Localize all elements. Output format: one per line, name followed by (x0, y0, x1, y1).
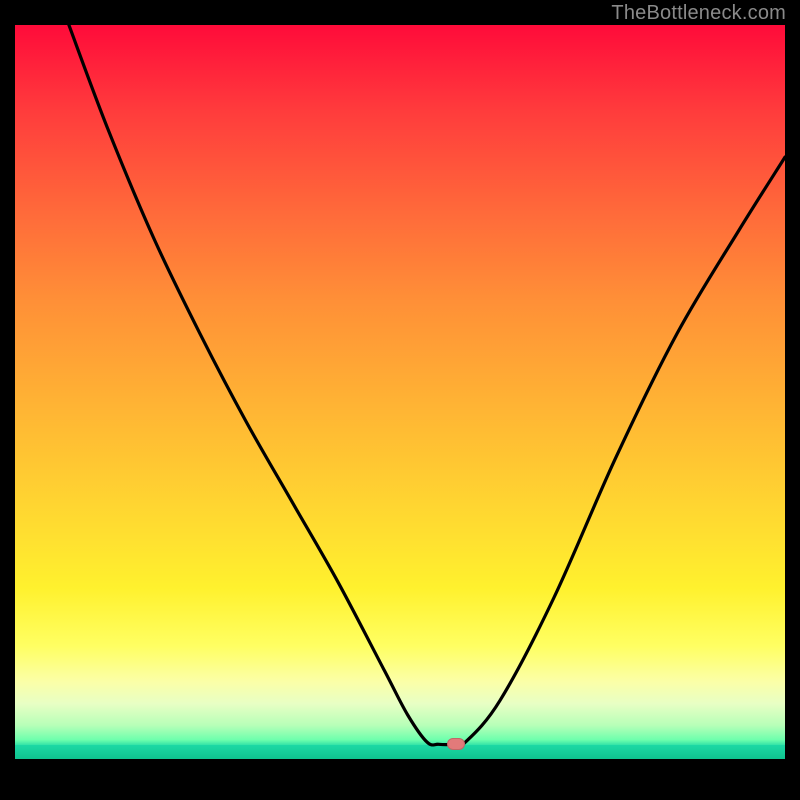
chart-frame (15, 25, 785, 785)
bottleneck-curve (15, 25, 785, 785)
optimum-marker (447, 738, 465, 750)
plot-area (15, 25, 785, 785)
watermark-text: TheBottleneck.com (611, 2, 786, 25)
